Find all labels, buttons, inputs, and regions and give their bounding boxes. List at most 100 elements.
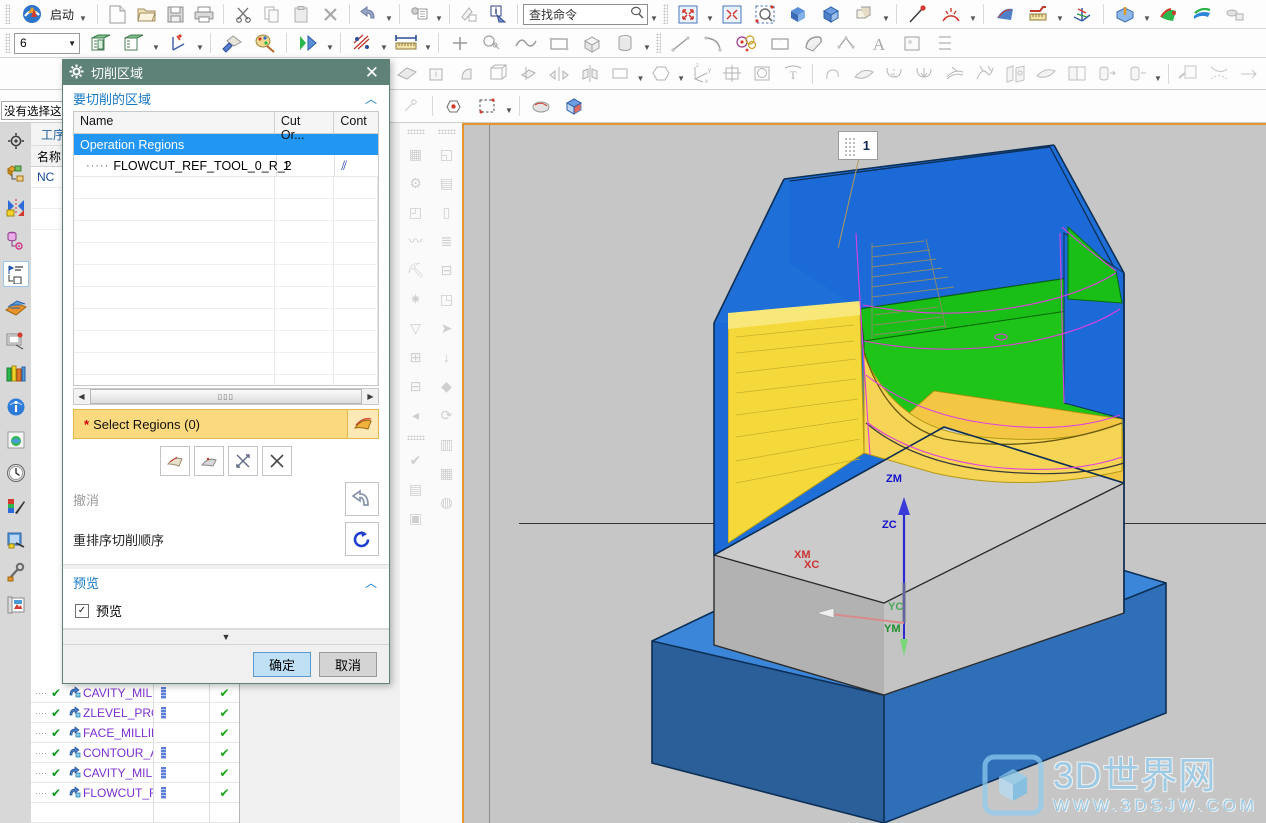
- cylinder-icon[interactable]: [609, 29, 641, 57]
- trim-body-icon[interactable]: [514, 60, 543, 88]
- chevron-up-icon[interactable]: ︿: [365, 574, 377, 591]
- sheet-pair-icon[interactable]: [1001, 60, 1030, 88]
- column-header-name[interactable]: Name: [74, 112, 275, 133]
- tool-path-icon[interactable]: ⛏: [404, 259, 428, 281]
- machine-icon[interactable]: ▥: [435, 433, 459, 455]
- regions-table-empty-row[interactable]: [74, 309, 378, 331]
- overflow-icon[interactable]: ◂: [404, 404, 428, 426]
- conic-icon[interactable]: [731, 29, 763, 57]
- section-header-regions[interactable]: 要切削的区域 ︿: [63, 85, 389, 111]
- chevron-down-icon[interactable]: ▼: [68, 39, 76, 48]
- assembly-navigator-icon[interactable]: [4, 129, 28, 153]
- chevron-down-icon[interactable]: ▼: [379, 30, 389, 56]
- cut-regions-dialog[interactable]: 切削区域 ✕ 要切削的区域 ︿ Name Cut Or... Cont Oper…: [62, 59, 390, 684]
- non-cutting-icon[interactable]: ◳: [435, 288, 459, 310]
- report-icon[interactable]: ▦: [435, 462, 459, 484]
- add-point-icon[interactable]: [444, 29, 476, 57]
- arrow-right-icon[interactable]: [1234, 60, 1263, 88]
- curl-icon[interactable]: [818, 60, 847, 88]
- new-file-icon[interactable]: [103, 1, 131, 27]
- info-box-icon[interactable]: i: [423, 60, 452, 88]
- display-options-icon[interactable]: ◆: [435, 375, 459, 397]
- chevron-down-icon[interactable]: ▼: [1142, 1, 1152, 27]
- scroll-thumb[interactable]: ▯▯▯: [90, 389, 362, 404]
- globe-icon[interactable]: ◍: [435, 491, 459, 513]
- column-header-cut-order[interactable]: Cut Or...: [275, 112, 335, 142]
- ruled-surface-icon[interactable]: [971, 60, 1000, 88]
- text-curve-icon[interactable]: T: [778, 60, 807, 88]
- offset-surface-icon[interactable]: [1032, 60, 1061, 88]
- machine-control-icon[interactable]: ↓: [435, 346, 459, 368]
- render-toggle-icon[interactable]: [292, 29, 324, 57]
- regions-table-empty-row[interactable]: [74, 331, 378, 353]
- regions-table-empty-row[interactable]: [74, 199, 378, 221]
- mold-wizard-icon[interactable]: [4, 228, 28, 252]
- window-list-icon[interactable]: [405, 1, 433, 27]
- region-callout[interactable]: 1: [838, 131, 878, 160]
- render-style-icon[interactable]: [989, 0, 1021, 28]
- toolbar-grip[interactable]: [5, 4, 10, 24]
- mirror-body-icon[interactable]: [575, 60, 604, 88]
- layer-visible-icon[interactable]: [118, 29, 150, 57]
- section-view-icon[interactable]: [1109, 0, 1141, 28]
- arc-icon[interactable]: [698, 29, 730, 57]
- regions-table-empty-row[interactable]: [74, 177, 378, 199]
- circle-point-icon[interactable]: [477, 29, 509, 57]
- chevron-down-icon[interactable]: ▼: [504, 93, 514, 119]
- more-tools-icon[interactable]: [1219, 0, 1251, 28]
- regions-table-empty-row[interactable]: [74, 243, 378, 265]
- print-icon[interactable]: [190, 1, 218, 27]
- operation-row[interactable]: ···· ✔ FACE_MILLING_3 ✔: [31, 723, 239, 743]
- face-analysis-icon[interactable]: [1186, 0, 1218, 28]
- reorder-row[interactable]: 重排序切削顺序: [63, 516, 389, 556]
- feed-speed-icon[interactable]: ➤: [435, 317, 459, 339]
- undo-arrow-icon[interactable]: [345, 482, 379, 516]
- simulate-icon[interactable]: ⟳: [435, 404, 459, 426]
- chevron-down-icon[interactable]: ▼: [1153, 61, 1162, 87]
- dialog-expander[interactable]: ▼: [63, 629, 389, 644]
- color-analysis-icon[interactable]: [1153, 0, 1185, 28]
- toolbar-grip[interactable]: [437, 129, 456, 134]
- chevron-down-icon[interactable]: ▼: [195, 30, 205, 56]
- tool-icon[interactable]: [4, 560, 28, 584]
- history-clock-icon[interactable]: [4, 461, 28, 485]
- section-header-preview[interactable]: 预览 ︿: [63, 569, 389, 595]
- start-menu-button[interactable]: 启动 ▼: [14, 2, 92, 26]
- reuse-library-icon[interactable]: [4, 195, 28, 219]
- tool-library-icon[interactable]: ▯: [435, 201, 459, 223]
- add-region-icon[interactable]: [160, 446, 190, 476]
- datum-plane-icon[interactable]: [830, 29, 862, 57]
- chevron-down-icon[interactable]: ▼: [705, 1, 715, 27]
- chevron-down-icon[interactable]: ▼: [677, 61, 686, 87]
- sheet-body-icon[interactable]: [392, 60, 421, 88]
- chevron-down-icon[interactable]: ▼: [384, 1, 394, 27]
- create-method-icon[interactable]: 〰: [404, 230, 428, 252]
- search-icon[interactable]: [630, 6, 644, 22]
- cube-wire-icon[interactable]: [484, 60, 513, 88]
- cancel-button[interactable]: 取消: [319, 651, 377, 677]
- operation-row[interactable]: ···· ✔ FLOWCUT_REF_... ✔: [31, 783, 239, 803]
- post-process-icon[interactable]: ▤: [404, 478, 428, 500]
- selection-box-icon[interactable]: [471, 92, 503, 120]
- wireframe-view-icon[interactable]: [848, 0, 880, 28]
- regions-horizontal-scrollbar[interactable]: ◀ ▯▯▯ ▶: [73, 388, 379, 405]
- create-tool-icon[interactable]: ⚙: [404, 172, 428, 194]
- shaded-view-icon[interactable]: [782, 0, 814, 28]
- measure-ruler-icon[interactable]: [1022, 0, 1054, 28]
- role-icon[interactable]: [4, 395, 28, 419]
- system-materials-icon[interactable]: [4, 527, 28, 551]
- preview-checkbox-row[interactable]: ✓ 预览: [63, 595, 389, 628]
- chevron-down-icon[interactable]: ▼: [642, 30, 652, 56]
- dialog-title-bar[interactable]: 切削区域 ✕: [63, 60, 389, 85]
- view-cube-icon[interactable]: [558, 92, 590, 120]
- mill-operation-icon[interactable]: ▤: [435, 172, 459, 194]
- preview-checkbox[interactable]: ✓: [75, 603, 89, 618]
- layer-settings-icon[interactable]: [85, 29, 117, 57]
- project-curve-icon[interactable]: [879, 60, 908, 88]
- system-scene-icon[interactable]: [4, 428, 28, 452]
- chevron-down-icon[interactable]: ▼: [151, 30, 161, 56]
- toolbar-grip[interactable]: [656, 33, 661, 53]
- edit-object-display-icon[interactable]: [216, 29, 248, 57]
- polygon-icon[interactable]: [646, 60, 675, 88]
- sheet-surface-icon[interactable]: [849, 60, 878, 88]
